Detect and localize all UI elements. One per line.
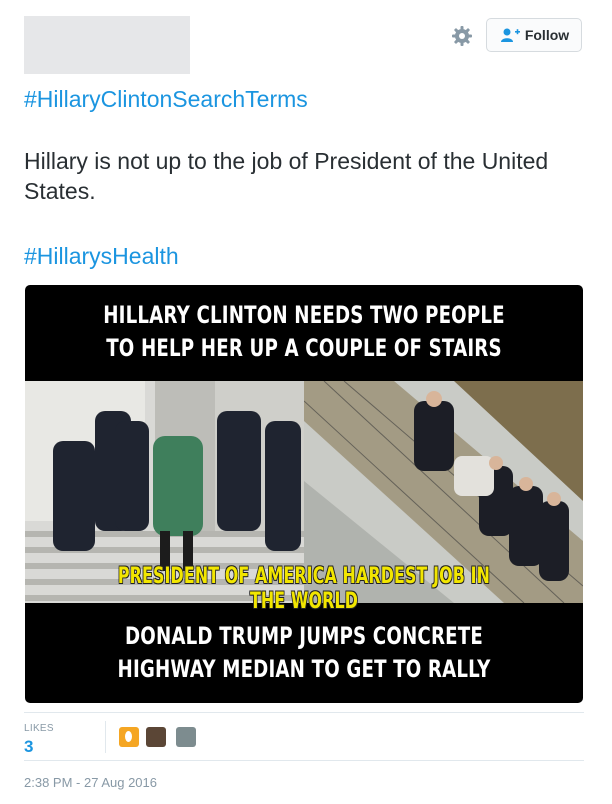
add-user-icon [500, 28, 520, 42]
stats-separator [105, 721, 106, 753]
tweet-text: Hillary is not up to the job of Presiden… [24, 148, 549, 204]
gear-icon[interactable] [450, 24, 474, 48]
hashtag-link[interactable]: #HillarysHealth [24, 243, 179, 270]
tweet-timestamp[interactable]: 2:38 PM - 27 Aug 2016 [24, 775, 157, 790]
liker-avatar[interactable] [119, 727, 139, 747]
likes-label[interactable]: LIKES [24, 723, 54, 734]
divider [24, 760, 584, 761]
tweet-image[interactable]: HILLARY CLINTON NEEDS TWO PEOPLE TO HELP… [25, 285, 583, 703]
liker-avatar[interactable] [146, 727, 166, 747]
meme-bottom-text: DONALD TRUMP JUMPS CONCRETE HIGHWAY MEDI… [117, 622, 491, 683]
follow-button[interactable]: Follow [486, 18, 582, 52]
meme-middle-caption: PRESIDENT OF AMERICA HARDEST JOB IN THE … [117, 564, 491, 614]
follow-label: Follow [524, 27, 570, 43]
likes-count[interactable]: 3 [24, 737, 33, 757]
meme-top-text: HILLARY CLINTON NEEDS TWO PEOPLE TO HELP… [103, 301, 505, 362]
divider [24, 712, 584, 713]
liker-avatar[interactable] [176, 727, 196, 747]
hashtag-link[interactable]: #HillaryClintonSearchTerms [24, 86, 308, 113]
redacted-profile-block [24, 16, 190, 74]
